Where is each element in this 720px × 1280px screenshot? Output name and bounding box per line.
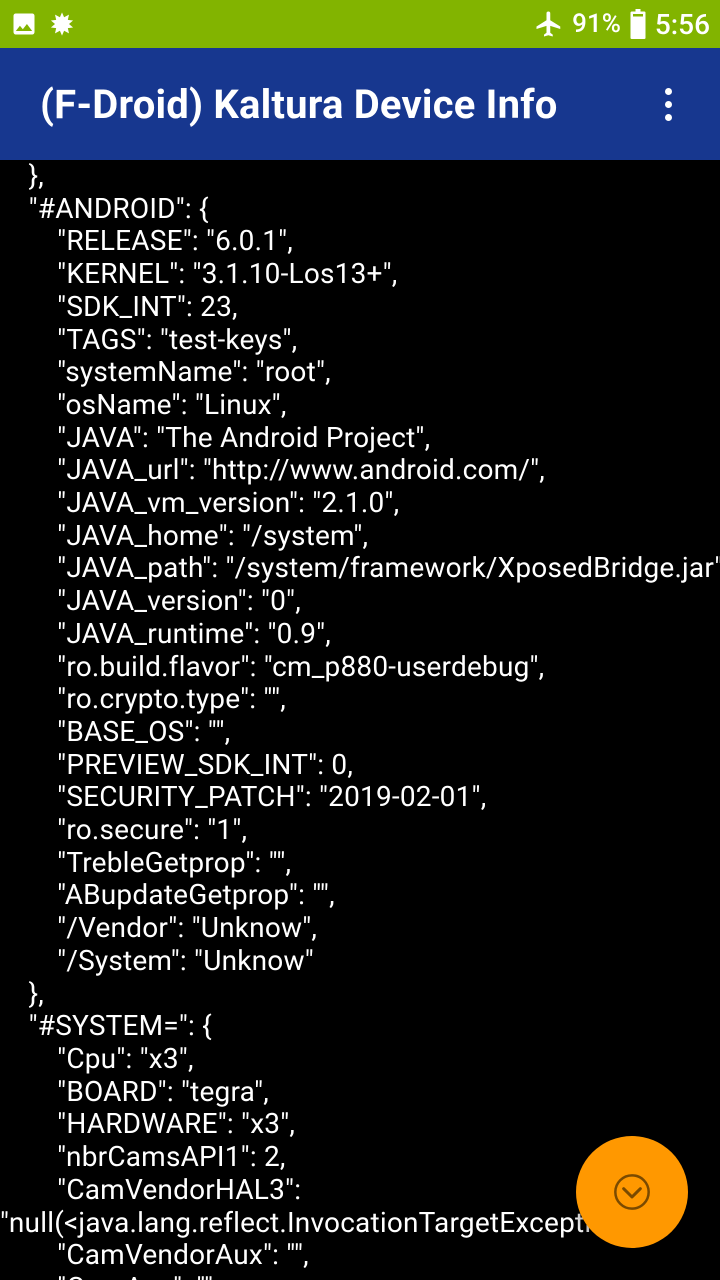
- picture-icon: [10, 10, 38, 38]
- scroll-down-fab[interactable]: [576, 1136, 688, 1248]
- device-info-text: }, "#ANDROID": { "RELEASE": "6.0.1", "KE…: [0, 160, 720, 1280]
- overflow-menu-button[interactable]: [644, 80, 692, 128]
- app-bar: (F-Droid) Kaltura Device Info: [0, 48, 720, 160]
- content-area[interactable]: }, "#ANDROID": { "RELEASE": "6.0.1", "KE…: [0, 160, 720, 1280]
- overflow-dot-icon: [665, 101, 672, 108]
- battery-icon: [629, 9, 647, 39]
- overflow-dot-icon: [665, 88, 672, 95]
- app-title: (F-Droid) Kaltura Device Info: [40, 81, 558, 128]
- clock-text: 5:56: [655, 8, 710, 41]
- leaf-icon: [48, 10, 76, 38]
- status-bar: 91% 5:56: [0, 0, 720, 48]
- overflow-dot-icon: [665, 114, 672, 121]
- airplane-mode-icon: [534, 9, 564, 39]
- battery-percent: 91%: [572, 9, 621, 39]
- chevron-down-circle-icon: [612, 1172, 652, 1212]
